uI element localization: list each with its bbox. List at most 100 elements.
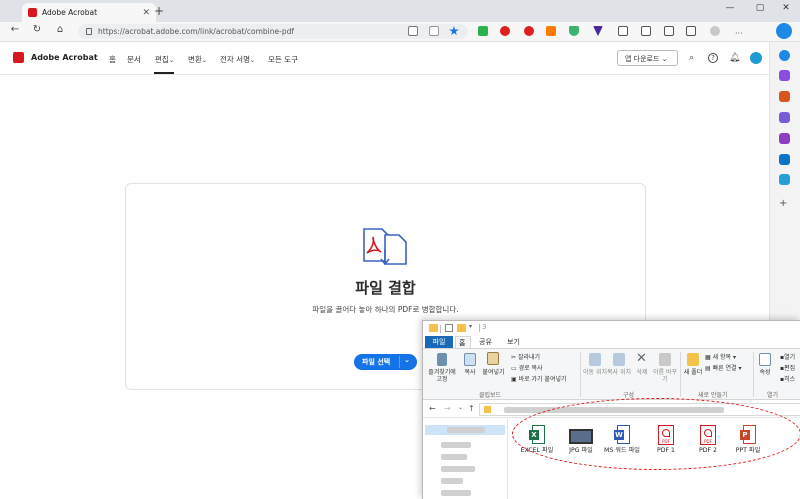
folder-icon (429, 324, 438, 332)
nav-edit[interactable]: 편집⌄ (155, 54, 174, 65)
active-nav-underline (154, 72, 174, 74)
extension-red-icon[interactable] (500, 26, 510, 36)
extension-orange-icon[interactable] (546, 26, 556, 36)
extension-green-icon[interactable] (478, 26, 488, 36)
sidebar-tools-icon[interactable] (779, 91, 790, 102)
nav-convert[interactable]: 변환⌄ (188, 54, 207, 65)
new-item-button[interactable]: ▦ 새 항목 ▾ (705, 352, 736, 361)
profile-icon[interactable] (710, 26, 720, 36)
blurred-folder-name (447, 427, 485, 433)
nav-home[interactable]: 홈 (109, 54, 116, 65)
favorites-icon[interactable] (641, 26, 651, 36)
paste-icon (487, 352, 499, 365)
nav-esign[interactable]: 전자 서명⌄ (220, 54, 255, 65)
back-button[interactable]: ← (6, 24, 24, 35)
close-window-button[interactable]: ✕ (772, 3, 800, 13)
pin-to-quick-access-button[interactable]: 즐겨찾기에 고정 (425, 369, 459, 383)
copy-to-icon (613, 353, 625, 366)
new-folder-icon (687, 353, 699, 366)
recent-locations-icon[interactable]: ⌄ (458, 404, 463, 411)
select-files-button[interactable]: 파일 선택 ⌄ (354, 354, 417, 370)
open-button[interactable]: ▪열기 (780, 352, 795, 361)
navigation-pane[interactable] (423, 419, 508, 499)
qat-dropdown-icon[interactable]: ▾ (469, 323, 472, 330)
more-options-icon[interactable]: ··· (735, 29, 743, 38)
paste-button[interactable]: 붙여넣기 (480, 369, 507, 376)
cut-button[interactable]: ✂ 잘라내기 (511, 352, 540, 361)
sidebar-office-icon[interactable] (779, 133, 790, 144)
extension-shield-icon[interactable] (569, 26, 579, 36)
nav-all-tools[interactable]: 모든 도구 (268, 54, 298, 65)
split-screen-icon[interactable] (618, 26, 628, 36)
nav-documents[interactable]: 문서 (127, 54, 141, 65)
properties-button[interactable]: 속성 (754, 369, 776, 376)
chevron-down-icon[interactable]: ⌄ (404, 356, 410, 364)
page-subtitle: 파일을 끌어다 놓아 하나의 PDF로 병합합니다. (312, 305, 459, 314)
collections-icon[interactable] (664, 26, 674, 36)
sidebar-copilot-icon[interactable] (779, 50, 790, 61)
maximize-button[interactable]: ▢ (746, 3, 774, 13)
read-aloud-icon[interactable] (408, 26, 418, 36)
app-download-button[interactable]: 앱 다운로드 ⌄ (617, 50, 678, 66)
home-button[interactable]: ⌂ (51, 24, 69, 35)
back-arrow-icon[interactable]: ← (429, 404, 436, 413)
acrobat-logo-icon[interactable] (13, 52, 24, 63)
open-label: 열기 (784, 354, 796, 361)
button-divider (399, 356, 400, 368)
sidebar-drop-icon[interactable] (779, 174, 790, 185)
refresh-button[interactable]: ↻ (28, 24, 46, 35)
address-url: https://acrobat.adobe.com/link/acrobat/c… (98, 27, 294, 36)
tab-file[interactable]: 파일 (425, 336, 453, 348)
extension-pinterest-icon[interactable] (524, 26, 534, 36)
tab-home-label: 홈 (459, 339, 466, 347)
copy-path-button[interactable]: ▭ 경로 복사 (511, 363, 543, 372)
sidebar-games-icon[interactable] (779, 112, 790, 123)
sidebar-outlook-icon[interactable] (779, 154, 790, 165)
quick-access-button[interactable]: ▤ 빠른 연결 ▾ (705, 363, 742, 372)
tab-share[interactable]: 공유 (479, 337, 492, 347)
pin-icon (437, 353, 447, 366)
history-button[interactable]: ▪히스 (780, 374, 795, 383)
copy-button[interactable]: 복사 (460, 369, 480, 376)
search-icon[interactable]: ⌕ (689, 53, 694, 63)
edit-label: 편집 (784, 365, 796, 372)
paste-shortcut-button[interactable]: ▣ 바로 가기 붙여넣기 (511, 374, 567, 383)
tab-title: Adobe Acrobat (42, 8, 98, 17)
properties-icon[interactable] (445, 324, 453, 332)
chevron-down-icon: ⌄ (168, 57, 174, 64)
move-to-button[interactable]: 이동 위치 (583, 369, 607, 376)
minimize-button[interactable]: — (716, 3, 744, 13)
sidebar-shopping-icon[interactable] (779, 70, 790, 81)
text-size-icon[interactable] (429, 26, 439, 36)
help-icon[interactable]: ? (708, 53, 718, 63)
rename-button[interactable]: 이름 바꾸기 (652, 369, 678, 383)
blurred-folder-name (441, 490, 471, 496)
acrobat-app-name[interactable]: Adobe Acrobat (31, 53, 98, 62)
sidebar-add-icon[interactable]: + (779, 198, 787, 209)
edit-button[interactable]: ▪편집 (780, 363, 795, 372)
nav-edit-label: 편집 (155, 55, 169, 64)
browser-tab[interactable]: Adobe Acrobat ✕ (22, 3, 156, 22)
open-group-label: 열기 (767, 392, 779, 399)
nav-documents-label: 문서 (127, 55, 141, 64)
delete-button[interactable]: 삭제 (632, 369, 652, 376)
copilot-icon[interactable] (776, 23, 792, 39)
new-folder-icon[interactable] (457, 324, 466, 332)
browser-extensions-icon[interactable] (686, 26, 696, 36)
new-folder-button[interactable]: 새 폴더 (681, 369, 705, 376)
chevron-down-icon: ⌄ (249, 57, 256, 64)
notifications-bell-icon[interactable]: 🔔︎ (729, 53, 740, 63)
copy-to-button[interactable]: 복사 위치 (607, 369, 631, 376)
tab-close-icon[interactable]: ✕ (142, 8, 150, 18)
tab-view[interactable]: 보기 (507, 337, 520, 347)
move-to-icon (589, 353, 601, 366)
toolbar-divider (479, 324, 480, 332)
up-arrow-icon[interactable]: ↑ (468, 404, 475, 413)
new-tab-button[interactable]: + (154, 4, 164, 18)
cut-label: 잘라내기 (517, 354, 541, 361)
new-item-label: 새 항목 (712, 354, 732, 361)
forward-arrow-icon[interactable]: → (444, 404, 451, 413)
page-title: 파일 결합 (355, 279, 416, 297)
user-avatar[interactable] (750, 52, 762, 64)
nav-home-label: 홈 (109, 55, 116, 64)
